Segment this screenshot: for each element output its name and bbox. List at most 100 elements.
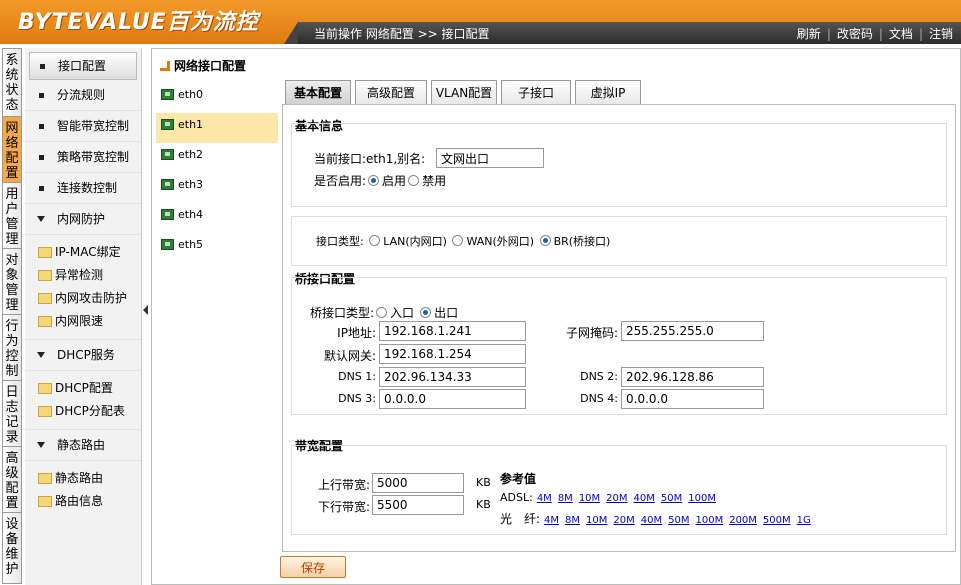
interface-item-eth5[interactable]: eth5 <box>156 233 278 263</box>
vtab-behavior-control[interactable]: 行为控制 <box>2 314 22 380</box>
vtab-advanced-config[interactable]: 高级配置 <box>2 446 22 512</box>
submenu-ip-mac-binding[interactable]: IP-MAC绑定 <box>25 241 141 264</box>
save-button[interactable]: 保存 <box>280 556 346 578</box>
enable-row: 是否启用: 启用 禁用 <box>314 172 446 189</box>
fiber-10m-link[interactable]: 10M <box>586 515 607 526</box>
adsl-40m-link[interactable]: 40M <box>634 493 655 504</box>
fiber-1g-link[interactable]: 1G <box>797 515 811 526</box>
adsl-label: ADSL: <box>500 491 533 504</box>
current-interface-label: 当前接口:eth1,别名: <box>314 152 426 166</box>
download-label: 下行带宽: <box>317 500 370 514</box>
refresh-link[interactable]: 刷新 <box>797 27 821 41</box>
interface-item-eth2[interactable]: eth2 <box>156 143 278 173</box>
tab-virtual-ip[interactable]: 虚拟IP <box>575 80 641 104</box>
interface-item-eth0[interactable]: eth0 <box>156 83 278 113</box>
lan-radio[interactable] <box>369 235 381 246</box>
subnet-mask-input[interactable] <box>621 321 764 341</box>
download-bandwidth-input[interactable] <box>372 495 464 515</box>
bridge-out-label: 出口 <box>434 306 459 320</box>
change-password-link[interactable]: 改密码 <box>837 27 873 41</box>
menu-item-connection-limit[interactable]: 连接数控制 <box>25 173 141 204</box>
submenu-dhcp-lease-table[interactable]: DHCP分配表 <box>25 400 141 423</box>
dns1-input[interactable] <box>379 367 526 387</box>
breadcrumb-bar: 当前操作 网络配置 >> 接口配置 刷新 | 改密码 | 文档 | 注销 <box>284 22 961 44</box>
vtab-log-records[interactable]: 日志记录 <box>2 380 22 446</box>
adsl-100m-link[interactable]: 100M <box>688 493 716 504</box>
fiber-20m-link[interactable]: 20M <box>613 515 634 526</box>
interface-list: eth0 eth1 eth2 eth3 eth4 eth5 <box>156 83 278 263</box>
submenu-route-info[interactable]: 路由信息 <box>25 490 141 513</box>
adsl-50m-link[interactable]: 50M <box>661 493 682 504</box>
dns2-input[interactable] <box>621 367 764 387</box>
tab-advanced-config[interactable]: 高级配置 <box>355 80 427 104</box>
dns4-input[interactable] <box>621 389 764 409</box>
upload-label: 上行带宽: <box>317 478 370 492</box>
fiber-200m-link[interactable]: 200M <box>729 515 757 526</box>
alias-input[interactable] <box>436 148 544 168</box>
menu-item-policy-bandwidth[interactable]: 策略带宽控制 <box>25 142 141 173</box>
submenu-lan-attack-defense[interactable]: 内网攻击防护 <box>25 287 141 310</box>
menu-item-interface-config[interactable]: 接口配置 <box>29 52 137 80</box>
side-menu: 接口配置 分流规则 智能带宽控制 策略带宽控制 连接数控制 内网防护 IP-MA… <box>25 48 142 585</box>
download-unit: KB <box>476 498 491 511</box>
fiber-500m-link[interactable]: 500M <box>763 515 791 526</box>
wan-radio[interactable] <box>452 235 464 246</box>
menu-item-smart-bandwidth[interactable]: 智能带宽控制 <box>25 111 141 142</box>
network-port-icon <box>161 209 174 220</box>
adsl-8m-link[interactable]: 8M <box>558 493 573 504</box>
enable-on-label: 启用 <box>382 174 407 188</box>
submenu-lan-rate-limit[interactable]: 内网限速 <box>25 310 141 333</box>
enable-on-radio[interactable] <box>368 175 380 186</box>
top-header: BYTEVALUE百为流控 当前操作 网络配置 >> 接口配置 刷新 | 改密码 | 文… <box>0 0 961 44</box>
br-label: BR(桥接口) <box>553 235 611 248</box>
enable-off-radio[interactable] <box>408 175 420 186</box>
upload-bandwidth-input[interactable] <box>372 473 464 493</box>
tab-content: 基本信息 当前接口:eth1,别名: 是否启用:启用禁用 接口类型: LAN(内… <box>282 104 956 552</box>
submenu-dhcp-config[interactable]: DHCP配置 <box>25 377 141 400</box>
network-port-icon <box>161 149 174 160</box>
bridge-out-radio[interactable] <box>420 307 432 318</box>
fiber-50m-link[interactable]: 50M <box>668 515 689 526</box>
tab-basic-config[interactable]: 基本配置 <box>285 80 351 104</box>
static-route-submenu: 静态路由 路由信息 <box>25 461 141 519</box>
wan-label: WAN(外网口) <box>466 235 535 248</box>
logout-link[interactable]: 注销 <box>929 27 953 41</box>
adsl-20m-link[interactable]: 20M <box>606 493 627 504</box>
fiber-8m-link[interactable]: 8M <box>565 515 580 526</box>
menu-group-dhcp[interactable]: DHCP服务 <box>25 339 141 371</box>
br-radio[interactable] <box>539 235 551 246</box>
network-port-icon <box>161 179 174 190</box>
ip-address-input[interactable] <box>379 321 526 341</box>
menu-group-lan-protection[interactable]: 内网防护 <box>25 204 141 235</box>
docs-link[interactable]: 文档 <box>889 27 913 41</box>
interface-item-eth3[interactable]: eth3 <box>156 173 278 203</box>
vtab-device-maintenance[interactable]: 设备维护 <box>2 512 22 584</box>
gateway-input[interactable] <box>379 344 526 364</box>
menu-item-traffic-rules[interactable]: 分流规则 <box>25 80 141 111</box>
vtab-system-status[interactable]: 系统状态 <box>2 48 22 116</box>
interface-type-section: 接口类型: LAN(内网口) WAN(外网口) BR(桥接口) <box>291 216 947 266</box>
submenu-anomaly-detection[interactable]: 异常检测 <box>25 264 141 287</box>
upload-unit: KB <box>476 476 491 489</box>
lan-label: LAN(内网口) <box>383 235 447 248</box>
content-panel: 网络接口配置 eth0 eth1 eth2 eth3 eth4 eth5 基本配… <box>151 48 961 585</box>
interface-item-eth1[interactable]: eth1 <box>156 113 278 143</box>
adsl-10m-link[interactable]: 10M <box>579 493 600 504</box>
top-links: 刷新 | 改密码 | 文档 | 注销 <box>796 27 953 41</box>
network-port-icon <box>161 89 174 100</box>
fiber-4m-link[interactable]: 4M <box>544 515 559 526</box>
adsl-4m-link[interactable]: 4M <box>537 493 552 504</box>
tab-vlan-config[interactable]: VLAN配置 <box>431 80 497 104</box>
tab-sub-interface[interactable]: 子接口 <box>501 80 571 104</box>
fiber-40m-link[interactable]: 40M <box>641 515 662 526</box>
vtab-network-config[interactable]: 网络配置 <box>2 116 22 182</box>
interface-item-eth4[interactable]: eth4 <box>156 203 278 233</box>
vtab-object-management[interactable]: 对象管理 <box>2 248 22 314</box>
bridge-in-radio[interactable] <box>376 307 388 318</box>
vtab-user-management[interactable]: 用户管理 <box>2 182 22 248</box>
dns3-input[interactable] <box>379 389 526 409</box>
fiber-100m-link[interactable]: 100M <box>695 515 723 526</box>
menu-group-static-route[interactable]: 静态路由 <box>25 429 141 461</box>
collapse-menu-arrow-icon[interactable] <box>142 300 150 320</box>
submenu-static-route[interactable]: 静态路由 <box>25 467 141 490</box>
